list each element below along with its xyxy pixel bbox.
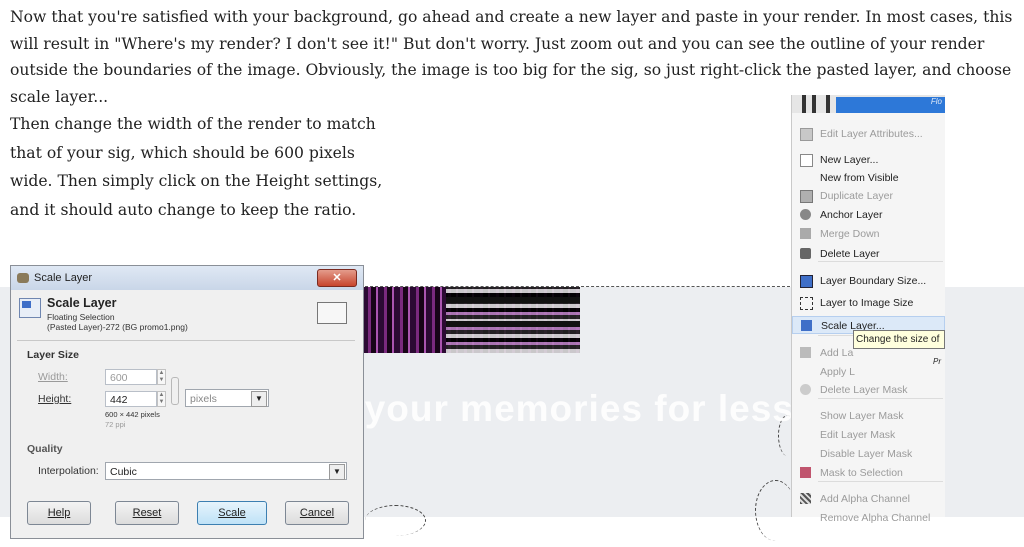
layer-size-heading: Layer Size	[27, 349, 79, 361]
quality-heading: Quality	[27, 443, 63, 455]
menu-item-apply-l: Apply L	[792, 363, 945, 381]
menu-item-label: New from Visible	[820, 172, 899, 184]
menu-item-label: Disable Layer Mask	[820, 448, 913, 460]
menu-item-mask-to-selection: Mask to Selection	[792, 464, 945, 482]
chevron-down-icon: ▼	[251, 391, 267, 407]
unit-value: pixels	[190, 393, 217, 405]
layers-list-strip: Flo	[792, 95, 945, 113]
close-button[interactable]: ✕	[317, 269, 357, 287]
menu-item-label: Duplicate Layer	[820, 190, 893, 202]
height-input[interactable]: 442	[105, 391, 157, 407]
menu-item-label: Apply L	[820, 366, 856, 378]
delete-icon	[800, 248, 811, 259]
scale-layer-icon	[801, 320, 812, 331]
menu-item-label: Edit Layer Mask	[820, 429, 896, 441]
menu-separator	[818, 261, 943, 262]
interpolation-select[interactable]: Cubic ▼	[105, 462, 347, 480]
layer-to-image-icon	[800, 297, 813, 310]
menu-separator	[818, 481, 943, 482]
menu-item-add-alpha-channel: Add Alpha Channel	[792, 490, 945, 508]
menu-item-label: Remove Alpha Channel	[820, 512, 931, 524]
menu-item-edit-layer-mask: Edit Layer Mask	[792, 426, 945, 444]
menu-item-label: New Layer...	[820, 154, 879, 166]
scale-button[interactable]: Scale	[197, 501, 267, 525]
menu-item-label: Edit Layer Attributes...	[820, 128, 923, 140]
menu-item-anchor-layer[interactable]: Anchor Layer	[792, 206, 945, 224]
ppi-info: 72 ppi	[105, 420, 126, 429]
width-label: Width:	[38, 371, 68, 383]
tooltip-fragment: Pr	[933, 357, 941, 366]
menu-item-label: Anchor Layer	[820, 209, 883, 221]
menu-item-show-layer-mask: Show Layer Mask	[792, 407, 945, 425]
menu-item-new-from-visible[interactable]: New from Visible	[792, 169, 945, 187]
gimp-icon	[17, 273, 29, 283]
delete-mask-icon	[800, 384, 811, 395]
boundary-size-icon	[800, 275, 813, 288]
unit-select[interactable]: pixels ▼	[185, 389, 269, 407]
scale-layer-dialog: Scale Layer ✕ Scale Layer Floating Selec…	[10, 265, 364, 539]
duplicate-layer-icon	[800, 190, 813, 203]
size-info: 600 × 442 pixels	[105, 410, 160, 419]
menu-item-label: Merge Down	[820, 228, 880, 240]
render-outline-dash	[365, 505, 426, 536]
edit-attributes-icon	[800, 128, 813, 141]
new-layer-icon	[800, 154, 813, 167]
layer-thumbnail	[317, 302, 347, 324]
dialog-header-title: Scale Layer	[47, 296, 117, 310]
menu-item-label: Mask to Selection	[820, 467, 903, 479]
menu-item-delete-layer-mask: Delete Layer Mask	[792, 381, 945, 399]
dialog-header: Scale Layer Floating Selection (Pasted L…	[17, 294, 355, 341]
layer-context-menu: Flo Edit Layer Attributes... New Layer...…	[791, 95, 945, 524]
menu-item-duplicate-layer: Duplicate Layer	[792, 187, 945, 205]
chain-link-icon[interactable]	[171, 377, 179, 405]
menu-separator	[818, 398, 943, 399]
width-input[interactable]: 600	[105, 369, 157, 385]
menu-item-label: Show Layer Mask	[820, 410, 904, 422]
menu-item-label: Add Alpha Channel	[820, 493, 910, 505]
menu-item-label: Layer Boundary Size...	[820, 275, 927, 287]
render-outline-dash	[755, 480, 796, 541]
interpolation-value: Cubic	[110, 466, 137, 478]
add-mask-icon	[800, 347, 811, 358]
reset-button[interactable]: Reset	[115, 501, 179, 525]
width-spinner[interactable]: ▲ ▼	[157, 369, 166, 385]
alpha-icon	[800, 493, 811, 504]
cancel-button[interactable]: Cancel	[285, 501, 349, 525]
scale-layer-icon	[19, 298, 41, 318]
header-line-2: (Pasted Layer)-272 (BG promo1.png)	[47, 321, 188, 332]
height-label: Height:	[38, 393, 72, 405]
menu-item-layer-to-image-size[interactable]: Layer to Image Size	[792, 294, 945, 312]
menu-item-merge-down: Merge Down	[792, 225, 945, 243]
dialog-window-title: Scale Layer	[34, 272, 93, 284]
dialog-titlebar: Scale Layer	[11, 266, 363, 290]
menu-item-new-layer[interactable]: New Layer...	[792, 151, 945, 169]
merge-down-icon	[800, 228, 811, 239]
render-preview	[362, 287, 580, 353]
menu-item-remove-alpha-channel: Remove Alpha Channel	[792, 509, 945, 527]
anchor-icon	[800, 209, 811, 220]
help-button[interactable]: Help	[27, 501, 91, 525]
chevron-down-icon: ▼	[329, 464, 345, 480]
layer-row-floating[interactable]: Flo	[836, 97, 945, 113]
dialog-header-subtitle: Floating Selection (Pasted Layer)-272 (B…	[47, 312, 188, 332]
menu-item-disable-layer-mask: Disable Layer Mask	[792, 445, 945, 463]
interpolation-label: Interpolation:	[38, 465, 99, 477]
article-paragraph-2: Then change the width of the render to m…	[10, 115, 383, 219]
height-spinner[interactable]: ▲ ▼	[157, 391, 166, 407]
tooltip: Change the size of	[853, 330, 945, 349]
menu-item-label: Layer to Image Size	[820, 297, 914, 309]
menu-item-label: Delete Layer Mask	[820, 384, 908, 396]
menu-item-label: Add La	[820, 347, 854, 359]
mask-selection-icon	[800, 467, 811, 478]
menu-item-layer-boundary-size[interactable]: Layer Boundary Size...	[792, 272, 945, 290]
menu-item-edit-layer-attributes: Edit Layer Attributes...	[792, 125, 945, 143]
